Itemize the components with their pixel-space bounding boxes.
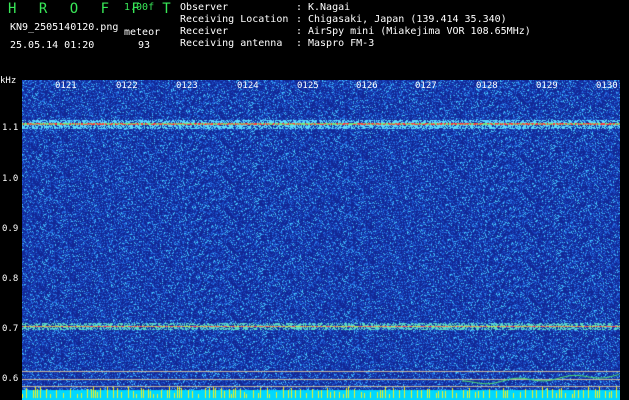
meta-label-receiver: Receiver [180, 26, 229, 37]
meta-value-antenna: Maspro FM-3 [308, 38, 375, 49]
y-tick-label: 0.7 [2, 324, 19, 334]
meta-colon: : [296, 38, 303, 49]
sensor-label: meteor [124, 27, 161, 38]
meta-label-observer: Observer [180, 2, 229, 13]
meta-colon: : [296, 2, 303, 13]
x-tick-label: 0130 [596, 81, 618, 91]
x-tick-label: 0124 [237, 81, 259, 91]
spectrogram-canvas [22, 80, 620, 400]
x-tick-label: 0127 [415, 81, 437, 91]
y-axis: 1.1 1.0 0.9 0.8 0.7 0.6 [0, 0, 22, 400]
header-panel: H R O F F T 1.00f KN9_2505140120.png met… [0, 0, 629, 78]
y-tick-label: 1.1 [2, 123, 19, 133]
count-label: 93 [138, 40, 151, 51]
spectrogram-plot [22, 80, 620, 400]
x-tick-label: 0128 [476, 81, 498, 91]
x-tick-label: 0121 [55, 81, 77, 91]
meta-label-location: Receiving Location [180, 14, 289, 25]
meta-colon: : [296, 26, 303, 37]
y-tick-label: 1.0 [2, 174, 19, 184]
filename-label: KN9_2505140120.png [10, 22, 119, 33]
meta-label-antenna: Receiving antenna [180, 38, 283, 49]
meta-value-observer: K.Nagai [308, 2, 351, 13]
version-label: 1.00f [124, 2, 155, 13]
meta-value-location: Chigasaki, Japan (139.414 35.340) [308, 14, 507, 25]
y-tick-label: 0.9 [2, 224, 19, 234]
x-tick-label: 0129 [536, 81, 558, 91]
x-tick-label: 0123 [176, 81, 198, 91]
meta-value-receiver: AirSpy mini (Miakejima VOR 108.65MHz) [308, 26, 531, 37]
x-tick-label: 0125 [297, 81, 319, 91]
x-tick-label: 0126 [356, 81, 378, 91]
y-tick-label: 0.6 [2, 374, 19, 384]
meta-colon: : [296, 14, 303, 25]
y-tick-label: 0.8 [2, 274, 19, 284]
x-tick-label: 0122 [116, 81, 138, 91]
datetime-label: 25.05.14 01:20 [10, 40, 95, 51]
